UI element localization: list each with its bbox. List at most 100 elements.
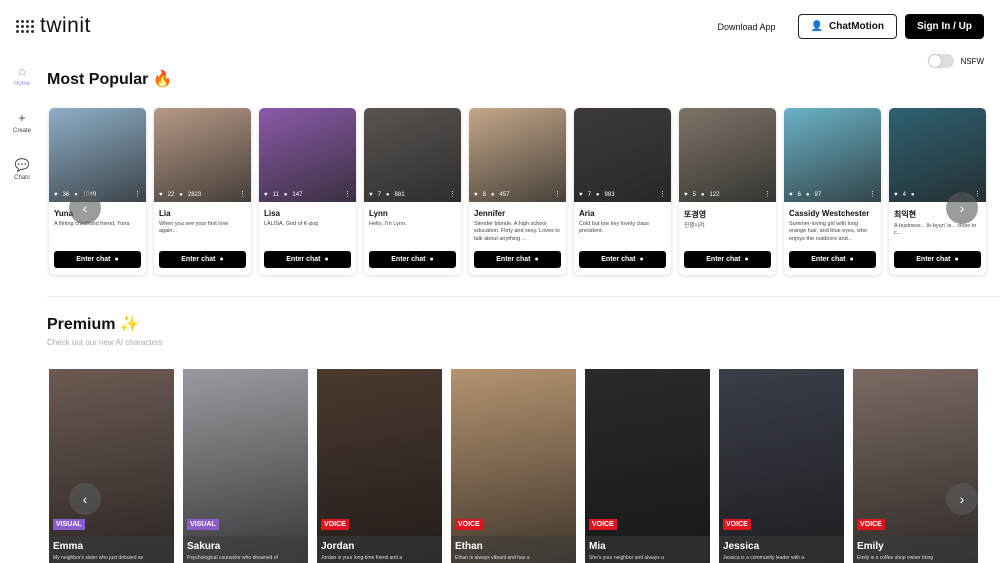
heart-icon: ♥ bbox=[894, 192, 898, 198]
sign-in-button[interactable]: Sign In / Up bbox=[905, 14, 984, 39]
character-card[interactable]: ♥36●1049 ⋮ Yuna A flirting childhood fri… bbox=[49, 108, 146, 275]
character-card[interactable]: ♥ 6 ● 97 ⋮ Cassidy Westchester Summer-lovin… bbox=[784, 108, 881, 275]
type-badge: VOICE bbox=[321, 519, 349, 530]
character-name: 또경영 bbox=[684, 210, 707, 219]
more-icon[interactable]: ⋮ bbox=[764, 190, 771, 198]
plus-icon: + bbox=[18, 111, 26, 125]
heart-icon: ♥ bbox=[579, 192, 583, 198]
chat-bubble-icon: ● bbox=[114, 256, 119, 263]
chats-count: 147 bbox=[292, 192, 303, 198]
popular-carousel: ♥36●1049 ⋮ Yuna A flirting childhood fri… bbox=[49, 108, 986, 275]
character-desc: When you see your first love again... bbox=[159, 221, 229, 235]
logo[interactable]: twinit bbox=[16, 14, 91, 38]
character-desc: Emily is a coffee shop owner bring bbox=[857, 555, 934, 561]
logo-icon bbox=[16, 19, 34, 33]
user-icon: 👤 bbox=[810, 21, 823, 32]
enter-chat-button[interactable]: Enter chat ● bbox=[684, 251, 771, 268]
premium-card[interactable]: VOICE Emily Emily is a coffee shop owner… bbox=[853, 369, 978, 563]
type-badge: VOICE bbox=[589, 519, 617, 530]
character-desc: 진행시켜. bbox=[684, 223, 706, 229]
premium-prev-button[interactable]: ‹ bbox=[69, 483, 101, 515]
enter-chat-button[interactable]: Enter chat ● bbox=[264, 251, 351, 268]
enter-chat-label: Enter chat bbox=[496, 256, 531, 263]
character-card[interactable]: ♥ 7 ● 983 ⋮ Aria Cold but low key lovely cl… bbox=[574, 108, 671, 275]
character-card[interactable]: ♥ 5 ● 122 ⋮ 또경영 진행시켜. Enter chat ● bbox=[679, 108, 776, 275]
chat-bubble-icon: ● bbox=[639, 256, 644, 263]
carousel-prev-button[interactable]: ‹ bbox=[69, 192, 101, 224]
more-icon[interactable]: ⋮ bbox=[134, 190, 141, 198]
character-image: ♥ 5 ● 122 ⋮ bbox=[679, 108, 776, 202]
heart-icon: ♥ bbox=[264, 192, 268, 198]
more-icon[interactable]: ⋮ bbox=[554, 190, 561, 198]
character-image: ♥ 8 ● 457 ⋮ bbox=[469, 108, 566, 202]
nsfw-toggle[interactable]: NSFW bbox=[928, 54, 984, 68]
enter-chat-button[interactable]: Enter chat ● bbox=[894, 251, 981, 268]
character-card[interactable]: ♥ 4 ● ⋮ 최익현 A business... Ik-hyun' is... c… bbox=[889, 108, 986, 275]
chat-bubble-icon: ● bbox=[534, 256, 539, 263]
chats-count: 457 bbox=[499, 192, 510, 198]
heart-icon: ♥ bbox=[159, 192, 163, 198]
character-name: Lynn bbox=[369, 209, 388, 218]
more-icon[interactable]: ⋮ bbox=[974, 190, 981, 198]
carousel-next-button[interactable]: › bbox=[946, 192, 978, 224]
premium-card[interactable]: VOICE Ethan Ethan is always vibrant and … bbox=[451, 369, 576, 563]
premium-card[interactable]: VISUAL Emma My neighbor's sister who jus… bbox=[49, 369, 174, 563]
enter-chat-button[interactable]: Enter chat ● bbox=[474, 251, 561, 268]
sidebar-item-create[interactable]: + Create bbox=[0, 99, 44, 146]
enter-chat-button[interactable]: Enter chat ● bbox=[369, 251, 456, 268]
heart-icon: ♥ bbox=[54, 192, 58, 198]
likes-count: 6 bbox=[797, 192, 801, 198]
premium-subtitle: Check out our new AI characters bbox=[47, 338, 163, 347]
premium-card[interactable]: VOICE Mia She's your neighbor and always… bbox=[585, 369, 710, 563]
enter-chat-button[interactable]: Enter chat ● bbox=[579, 251, 666, 268]
more-icon[interactable]: ⋮ bbox=[344, 190, 351, 198]
character-name: Sakura bbox=[187, 541, 221, 552]
character-card[interactable]: ♥ 11 ● 147 ⋮ Lisa LALISA, God of K-pop Ente… bbox=[259, 108, 356, 275]
character-desc: Summer-loving girl with long orange hair… bbox=[789, 221, 867, 242]
more-icon[interactable]: ⋮ bbox=[869, 190, 876, 198]
chats-count: 881 bbox=[394, 192, 405, 198]
character-card[interactable]: ♥ 8 ● 457 ⋮ Jennifer Slender blonde. A high… bbox=[469, 108, 566, 275]
chat-bubble-icon: ● bbox=[219, 256, 224, 263]
header: twinit Download App 👤 ChatMotion Sign In … bbox=[0, 0, 1000, 54]
character-desc: My neighbor's sister who just debuted as bbox=[53, 555, 144, 561]
chat-icon: ● bbox=[910, 192, 915, 198]
toggle-switch[interactable] bbox=[928, 54, 955, 68]
sidebar-label: Chats bbox=[14, 175, 30, 181]
character-image: ♥ 4 ● ⋮ bbox=[889, 108, 986, 202]
sidebar-item-home[interactable]: ⌂ Home bbox=[0, 52, 44, 99]
enter-chat-button[interactable]: Enter chat ● bbox=[159, 251, 246, 268]
enter-chat-button[interactable]: Enter chat ● bbox=[789, 251, 876, 268]
character-name: Lia bbox=[159, 209, 171, 218]
premium-card[interactable]: VOICE Jessica Jessica is a community lea… bbox=[719, 369, 844, 563]
enter-chat-label: Enter chat bbox=[391, 256, 426, 263]
most-popular-title: Most Popular 🔥 bbox=[47, 71, 173, 88]
more-icon[interactable]: ⋮ bbox=[239, 190, 246, 198]
character-card[interactable]: ♥ 7 ● 881 ⋮ Lynn Hello, I'm Lynn. Enter cha… bbox=[364, 108, 461, 275]
type-badge: VOICE bbox=[455, 519, 483, 530]
character-desc: A flirting childhood friend, Yuna bbox=[54, 221, 130, 227]
download-app-link[interactable]: Download App bbox=[718, 22, 776, 32]
more-icon[interactable]: ⋮ bbox=[449, 190, 456, 198]
home-icon: ⌂ bbox=[18, 64, 26, 78]
sidebar-item-chats[interactable]: 💬 Chats bbox=[0, 146, 44, 193]
likes-count: 7 bbox=[587, 192, 591, 198]
premium-carousel: VISUAL Emma My neighbor's sister who jus… bbox=[49, 369, 978, 563]
premium-next-button[interactable]: › bbox=[946, 483, 978, 515]
character-desc: Ethan is always vibrant and has a bbox=[455, 555, 530, 561]
character-image: ♥ 7 ● 881 ⋮ bbox=[364, 108, 461, 202]
enter-chat-label: Enter chat bbox=[181, 256, 216, 263]
chatmotion-button[interactable]: 👤 ChatMotion bbox=[797, 14, 897, 39]
character-name: Aria bbox=[579, 209, 595, 218]
premium-card[interactable]: VISUAL Sakura Psychological counselor wh… bbox=[183, 369, 308, 563]
type-badge: VISUAL bbox=[187, 519, 219, 530]
chat-icon: ● bbox=[179, 192, 183, 198]
chat-icon: ● bbox=[490, 192, 495, 198]
heart-icon: ♥ bbox=[789, 192, 793, 198]
premium-card[interactable]: VOICE Jordan Jordan is your long-time fr… bbox=[317, 369, 442, 563]
enter-chat-button[interactable]: Enter chat ● bbox=[54, 251, 141, 268]
chat-bubble-icon: ● bbox=[324, 256, 329, 263]
character-desc: A business... Ik-hyun' is... close to c.… bbox=[894, 223, 977, 237]
more-icon[interactable]: ⋮ bbox=[659, 190, 666, 198]
character-card[interactable]: ♥ 22 ● 2823 ⋮ Lia When you see your first l… bbox=[154, 108, 251, 275]
